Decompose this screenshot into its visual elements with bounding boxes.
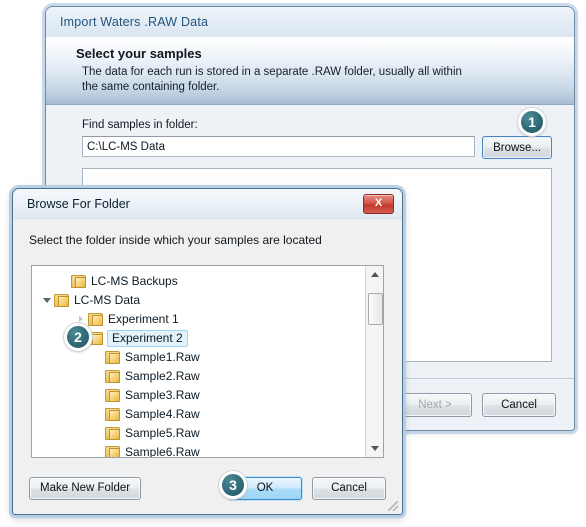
browse-for-folder-dialog: Browse For Folder X Select the folder in…: [12, 188, 403, 515]
browse-title-bar: Browse For Folder X: [13, 189, 402, 219]
scrollbar-thumb[interactable]: [368, 293, 383, 325]
next-button[interactable]: Next >: [398, 392, 472, 417]
tree-expander-placeholder: [91, 351, 105, 365]
tree-item[interactable]: Sample5.Raw: [32, 424, 365, 443]
callout-badge-3: 3: [219, 471, 247, 499]
chevron-down-icon[interactable]: [40, 294, 54, 308]
resize-grip-icon[interactable]: [388, 501, 398, 511]
folder-path-row: C:\LC-MS Data Browse...: [82, 136, 552, 159]
folder-field-label: Find samples in folder:: [82, 119, 198, 131]
callout-badge-1: 1: [518, 108, 546, 136]
browse-dialog-title: Browse For Folder: [27, 196, 130, 211]
tree-expander-placeholder: [91, 427, 105, 441]
folder-icon: [105, 408, 120, 421]
tree-item-label: Sample3.Raw: [125, 388, 200, 402]
scroll-down-icon[interactable]: [366, 440, 383, 457]
tree-item-label: Experiment 2: [107, 330, 188, 347]
wizard-cancel-button[interactable]: Cancel: [482, 392, 556, 417]
wizard-header-subtitle-line1: The data for each run is stored in a sep…: [82, 66, 462, 78]
tree-item[interactable]: Sample6.Raw: [32, 443, 365, 457]
browse-button[interactable]: Browse...: [482, 136, 552, 159]
tree-expander-placeholder: [91, 370, 105, 384]
callout-badge-2: 2: [64, 323, 92, 351]
screenshot-root: Import Waters .RAW Data Select your samp…: [0, 0, 586, 527]
tree-item-label: LC-MS Data: [74, 293, 141, 307]
tree-item[interactable]: Sample4.Raw: [32, 405, 365, 424]
scroll-up-icon[interactable]: [366, 266, 383, 283]
tree-item-label: Sample5.Raw: [125, 426, 200, 440]
folder-icon: [105, 351, 120, 364]
tree-item[interactable]: LC-MS Backups: [32, 272, 365, 291]
wizard-header-title: Select your samples: [76, 46, 202, 61]
folder-icon: [71, 275, 86, 288]
tree-expander-placeholder: [91, 408, 105, 422]
browse-prompt: Select the folder inside which your samp…: [29, 233, 322, 247]
folder-icon: [105, 446, 120, 457]
wizard-header-banner: Select your samples The data for each ru…: [46, 37, 574, 105]
tree-item-label: Sample1.Raw: [125, 350, 200, 364]
tree-item[interactable]: LC-MS Data: [32, 291, 365, 310]
make-new-folder-button[interactable]: Make New Folder: [29, 476, 142, 500]
folder-icon: [105, 389, 120, 402]
tree-expander-placeholder: [57, 275, 71, 289]
tree-item[interactable]: Sample3.Raw: [32, 386, 365, 405]
folder-path-input[interactable]: C:\LC-MS Data: [82, 136, 476, 157]
folder-tree-container: LC-MS Backups LC-MS Data Experiment 1 Exper…: [31, 265, 384, 458]
wizard-title-bar: Import Waters .RAW Data: [46, 7, 574, 37]
tree-item-label: LC-MS Backups: [91, 274, 178, 288]
folder-tree[interactable]: LC-MS Backups LC-MS Data Experiment 1 Exper…: [32, 266, 365, 457]
tree-expander-placeholder: [91, 446, 105, 458]
tree-item[interactable]: Sample1.Raw: [32, 348, 365, 367]
tree-item[interactable]: Sample2.Raw: [32, 367, 365, 386]
folder-icon: [54, 294, 69, 307]
wizard-title: Import Waters .RAW Data: [60, 15, 209, 29]
tree-item-label: Experiment 1: [108, 312, 179, 326]
folder-icon: [88, 313, 103, 326]
tree-item-label: Sample4.Raw: [125, 407, 200, 421]
tree-item-label: Sample6.Raw: [125, 445, 200, 457]
tree-vertical-scrollbar[interactable]: [365, 266, 383, 457]
tree-item-label: Sample2.Raw: [125, 369, 200, 383]
wizard-header-subtitle-line2: the same containing folder.: [82, 81, 220, 93]
close-icon-glyph: X: [374, 197, 383, 209]
folder-icon: [105, 370, 120, 383]
folder-icon: [105, 427, 120, 440]
browse-cancel-button[interactable]: Cancel: [312, 476, 386, 500]
close-icon[interactable]: X: [363, 193, 394, 214]
tree-expander-placeholder: [91, 389, 105, 403]
browse-footer: Make New Folder OK Cancel: [13, 462, 402, 514]
